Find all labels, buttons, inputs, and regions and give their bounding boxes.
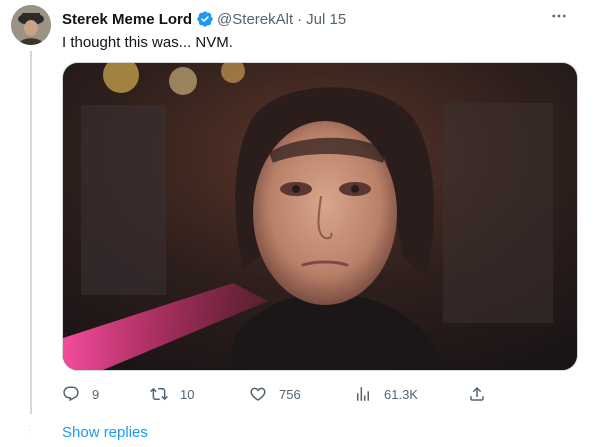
reply-icon bbox=[63, 386, 79, 402]
retweet-count: 10 bbox=[180, 386, 195, 402]
media-illustration bbox=[63, 63, 577, 370]
like-count: 756 bbox=[279, 386, 301, 402]
tweet-header: Sterek Meme Lord @SterekAlt · Jul 15 bbox=[62, 9, 583, 29]
retweet-icon bbox=[150, 387, 168, 401]
views-icon bbox=[357, 387, 369, 401]
verified-badge-icon bbox=[196, 10, 214, 28]
heart-icon bbox=[250, 387, 266, 401]
tweet-media-image[interactable] bbox=[62, 62, 578, 371]
view-count: 61.3K bbox=[384, 386, 418, 402]
tweet-actions: 9 10 756 61.3K bbox=[62, 382, 492, 406]
author-handle[interactable]: @SterekAlt bbox=[217, 11, 293, 28]
share-icon bbox=[470, 386, 484, 401]
reply-count: 9 bbox=[92, 386, 100, 402]
thread-dots: · · · bbox=[28, 421, 32, 440]
like-button[interactable]: 756 bbox=[249, 382, 301, 406]
show-replies-link[interactable]: Show replies bbox=[62, 424, 148, 441]
thread-line bbox=[30, 51, 32, 414]
separator-dot: · bbox=[297, 10, 303, 28]
share-button[interactable] bbox=[468, 382, 498, 406]
avatar[interactable] bbox=[11, 5, 51, 45]
tweet-text: I thought this was... NVM. bbox=[62, 34, 233, 51]
more-icon[interactable] bbox=[549, 7, 569, 27]
views-button[interactable]: 61.3K bbox=[354, 382, 418, 406]
retweet-button[interactable]: 10 bbox=[150, 382, 194, 406]
author-name[interactable]: Sterek Meme Lord bbox=[62, 11, 192, 28]
reply-button[interactable]: 9 bbox=[62, 382, 99, 406]
tweet-date[interactable]: Jul 15 bbox=[306, 11, 346, 28]
